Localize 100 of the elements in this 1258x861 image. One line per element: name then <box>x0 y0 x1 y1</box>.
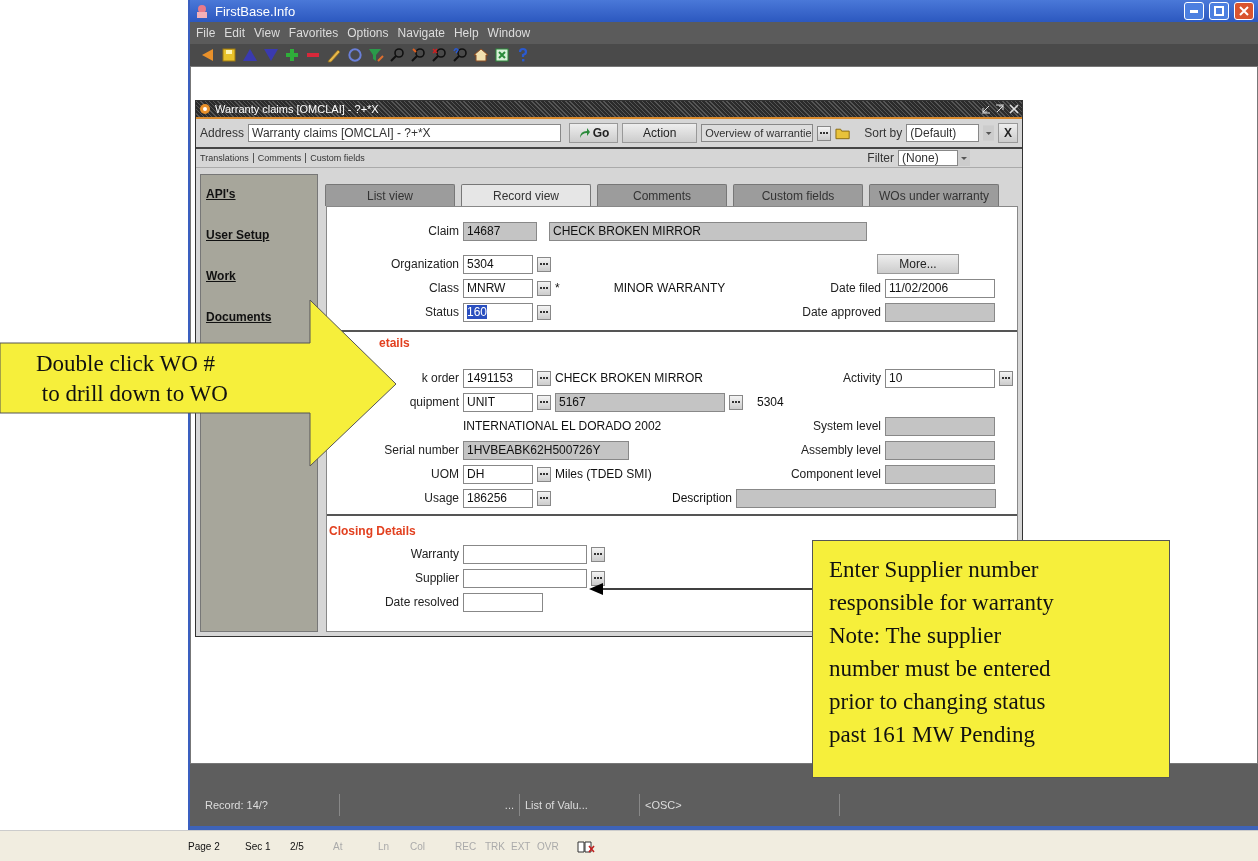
action-button[interactable]: Action <box>622 123 698 143</box>
close-button[interactable] <box>1234 2 1254 20</box>
menu-item[interactable]: Navigate <box>397 26 445 40</box>
pencil-icon[interactable] <box>326 47 342 63</box>
ellipsis-icon <box>540 376 548 380</box>
add-icon[interactable] <box>284 47 300 63</box>
input-field[interactable] <box>463 592 543 612</box>
input-field[interactable]: 1491153 <box>463 368 533 388</box>
field-text: Miles (TDED SMI) <box>555 467 652 481</box>
lookup-button[interactable] <box>537 490 551 506</box>
search-icon[interactable] <box>410 47 426 63</box>
link[interactable]: Translations <box>200 153 249 163</box>
input-field[interactable] <box>463 544 587 564</box>
curved-arrow-icon <box>577 127 590 139</box>
app-logo-icon <box>194 3 210 19</box>
dropdown-caret-icon[interactable] <box>982 125 994 141</box>
lookup-button[interactable] <box>591 570 605 586</box>
filter-label: Filter <box>867 151 894 165</box>
minimize-icon[interactable] <box>981 104 991 114</box>
lookup-button[interactable] <box>537 304 551 320</box>
form-window-title: Warranty claims [OMCLAI] - ?+*X <box>215 103 380 115</box>
status-item: At <box>333 841 344 852</box>
spreadsheet-icon[interactable] <box>494 47 510 63</box>
input-field[interactable] <box>885 302 995 322</box>
lookup-button[interactable] <box>537 256 551 272</box>
tab[interactable]: Record view <box>461 184 591 206</box>
filter-dropdown[interactable]: (None) <box>898 150 958 166</box>
save-icon[interactable] <box>221 47 237 63</box>
link[interactable]: Custom fields <box>305 153 365 163</box>
lookup-button[interactable] <box>999 370 1013 386</box>
menu-item[interactable]: Window <box>487 26 531 40</box>
link[interactable]: Comments <box>252 153 302 163</box>
input-field[interactable] <box>463 568 587 588</box>
input-field[interactable]: 186256 <box>463 488 533 508</box>
menu-item[interactable]: Help <box>453 26 479 40</box>
menu-item[interactable]: View <box>254 26 280 40</box>
status-item: Page 2 <box>188 841 221 852</box>
address-field[interactable]: Warranty claims [OMCLAI] - ?+*X <box>248 124 561 142</box>
field-label: Component level <box>790 467 881 481</box>
minimize-button[interactable] <box>1184 2 1204 20</box>
lookup-button[interactable] <box>591 546 605 562</box>
input-field[interactable]: 10 <box>885 368 995 388</box>
field-label: Date approved <box>802 305 881 319</box>
input-field[interactable]: CHECK BROKEN MIRROR <box>549 221 867 241</box>
callout-text: Double click WO # to drill down to WO <box>36 350 228 408</box>
field-label: Status <box>424 305 459 319</box>
more-button[interactable]: More... <box>877 254 959 274</box>
input-field[interactable] <box>885 416 995 436</box>
lookup-button[interactable] <box>537 466 551 482</box>
sidebar-link[interactable]: User Setup <box>206 228 312 242</box>
input-field[interactable]: 11/02/2006 <box>885 278 995 298</box>
input-field[interactable]: UNIT <box>463 392 533 412</box>
lookup-button[interactable] <box>537 370 551 386</box>
status-item: 2/5 <box>290 841 305 852</box>
maximize-icon[interactable] <box>995 104 1005 114</box>
input-field[interactable] <box>885 440 995 460</box>
search-icon[interactable] <box>452 47 468 63</box>
lookup-button[interactable] <box>537 394 551 410</box>
go-button[interactable]: Go <box>568 123 619 143</box>
tab[interactable]: Comments <box>597 184 727 206</box>
menu-item[interactable]: Edit <box>224 26 246 40</box>
input-field[interactable]: MNRW <box>463 278 533 298</box>
input-field[interactable]: 14687 <box>463 221 537 241</box>
tab[interactable]: WOs under warranty <box>869 184 999 206</box>
tab[interactable]: Custom fields <box>733 184 863 206</box>
input-field[interactable]: 1HVBEABK62H500726Y <box>463 440 629 460</box>
field-label: Usage <box>424 491 459 505</box>
tab[interactable]: List view <box>325 184 455 206</box>
field-label: Organization <box>390 257 459 271</box>
close-button[interactable]: X <box>998 123 1018 143</box>
search-icon[interactable] <box>431 47 447 63</box>
sidebar-link[interactable]: Work <box>206 269 312 283</box>
field-label: Warranty <box>410 547 459 561</box>
search-icon[interactable] <box>389 47 405 63</box>
input-field[interactable] <box>736 488 996 508</box>
lookup-button[interactable] <box>537 280 551 296</box>
refresh-icon[interactable] <box>347 47 363 63</box>
input-field[interactable]: 160 <box>463 302 533 322</box>
home-icon[interactable] <box>473 47 489 63</box>
menu-item[interactable]: Favorites <box>288 26 339 40</box>
overview-dropdown[interactable]: Overview of warrantie <box>701 124 814 142</box>
ellipsis-icon <box>540 472 548 476</box>
maximize-button[interactable] <box>1209 2 1229 20</box>
menu-item[interactable]: Options <box>347 26 389 40</box>
sort-dropdown[interactable]: (Default) <box>906 124 979 142</box>
input-field[interactable]: 5167 <box>555 392 725 412</box>
field-label: Class <box>429 281 459 295</box>
filter-icon[interactable] <box>368 47 384 63</box>
dropdown-caret-icon[interactable] <box>958 150 970 166</box>
input-field[interactable] <box>885 464 995 484</box>
back-icon[interactable] <box>200 47 216 63</box>
lookup-button[interactable] <box>817 125 832 141</box>
input-field[interactable]: 5304 <box>463 254 533 274</box>
input-field[interactable]: DH <box>463 464 533 484</box>
sidebar-link[interactable]: Documents <box>206 310 312 324</box>
close-icon[interactable] <box>1009 104 1019 114</box>
close-icon <box>1239 6 1249 16</box>
menu-item[interactable]: File <box>196 26 216 40</box>
lookup-button[interactable] <box>729 394 743 410</box>
sidebar-link[interactable]: API's <box>206 187 312 201</box>
